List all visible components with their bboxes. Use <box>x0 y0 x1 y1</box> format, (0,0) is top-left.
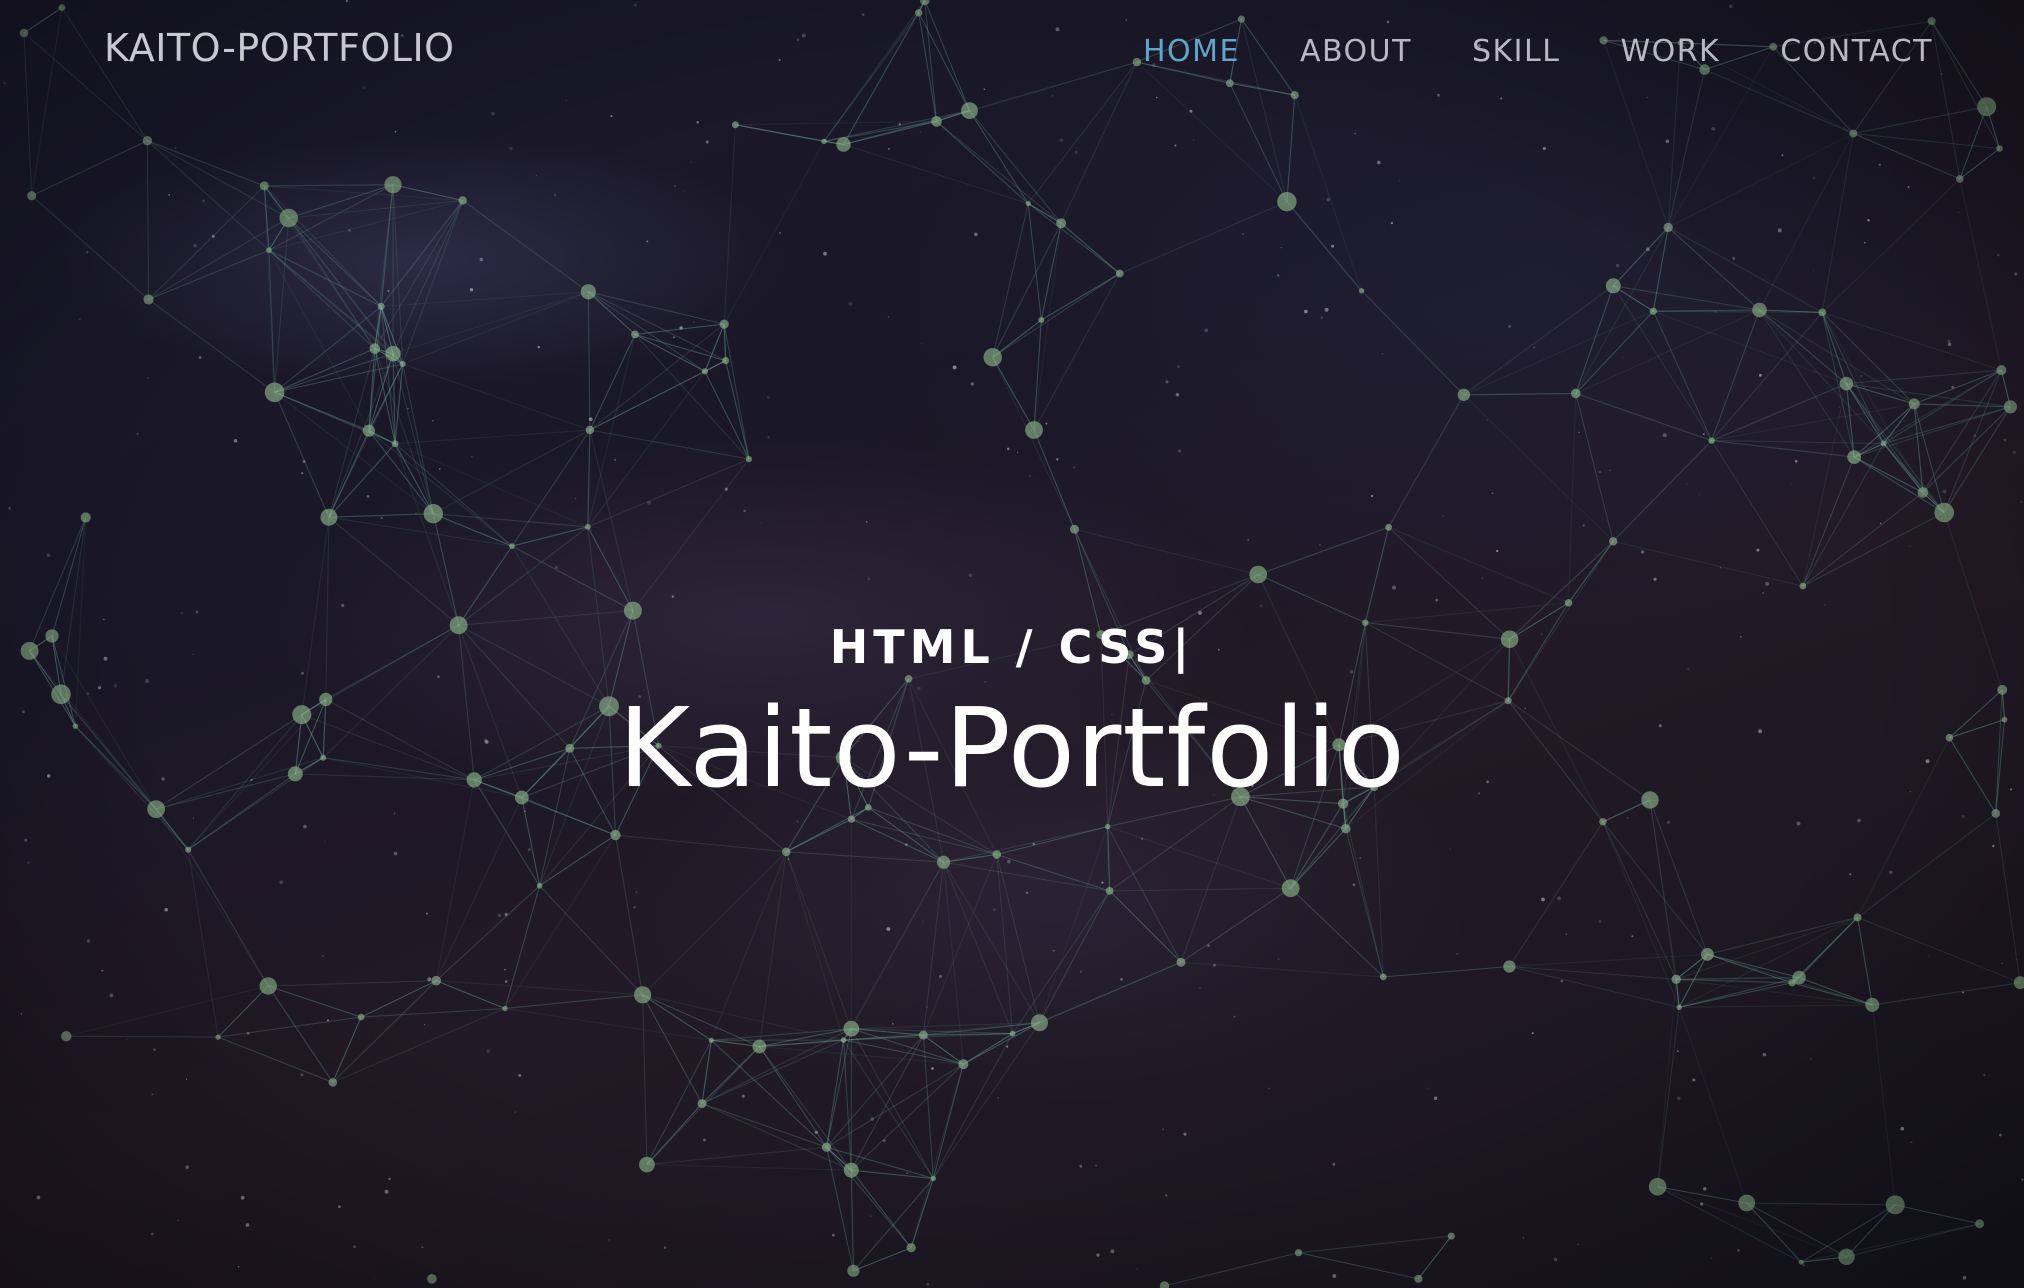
nav-item-home[interactable]: HOME <box>1143 34 1240 69</box>
nav-item-contact[interactable]: CONTACT <box>1780 34 1933 69</box>
hero-subtitle: HTML / CSS| <box>829 620 1195 674</box>
site-header: KAITO-PORTFOLIO HOME ABOUT SKILL WORK CO… <box>0 0 2024 110</box>
hero-title: Kaito-Portfolio <box>618 684 1406 812</box>
site-logo[interactable]: KAITO-PORTFOLIO <box>104 26 455 70</box>
main-nav: HOME ABOUT SKILL WORK CONTACT <box>1143 34 1933 69</box>
nav-item-about[interactable]: ABOUT <box>1300 34 1412 69</box>
nav-item-skill[interactable]: SKILL <box>1472 34 1561 69</box>
nav-item-work[interactable]: WORK <box>1620 34 1720 69</box>
hero-section: KAITO-PORTFOLIO HOME ABOUT SKILL WORK CO… <box>0 0 2024 1288</box>
